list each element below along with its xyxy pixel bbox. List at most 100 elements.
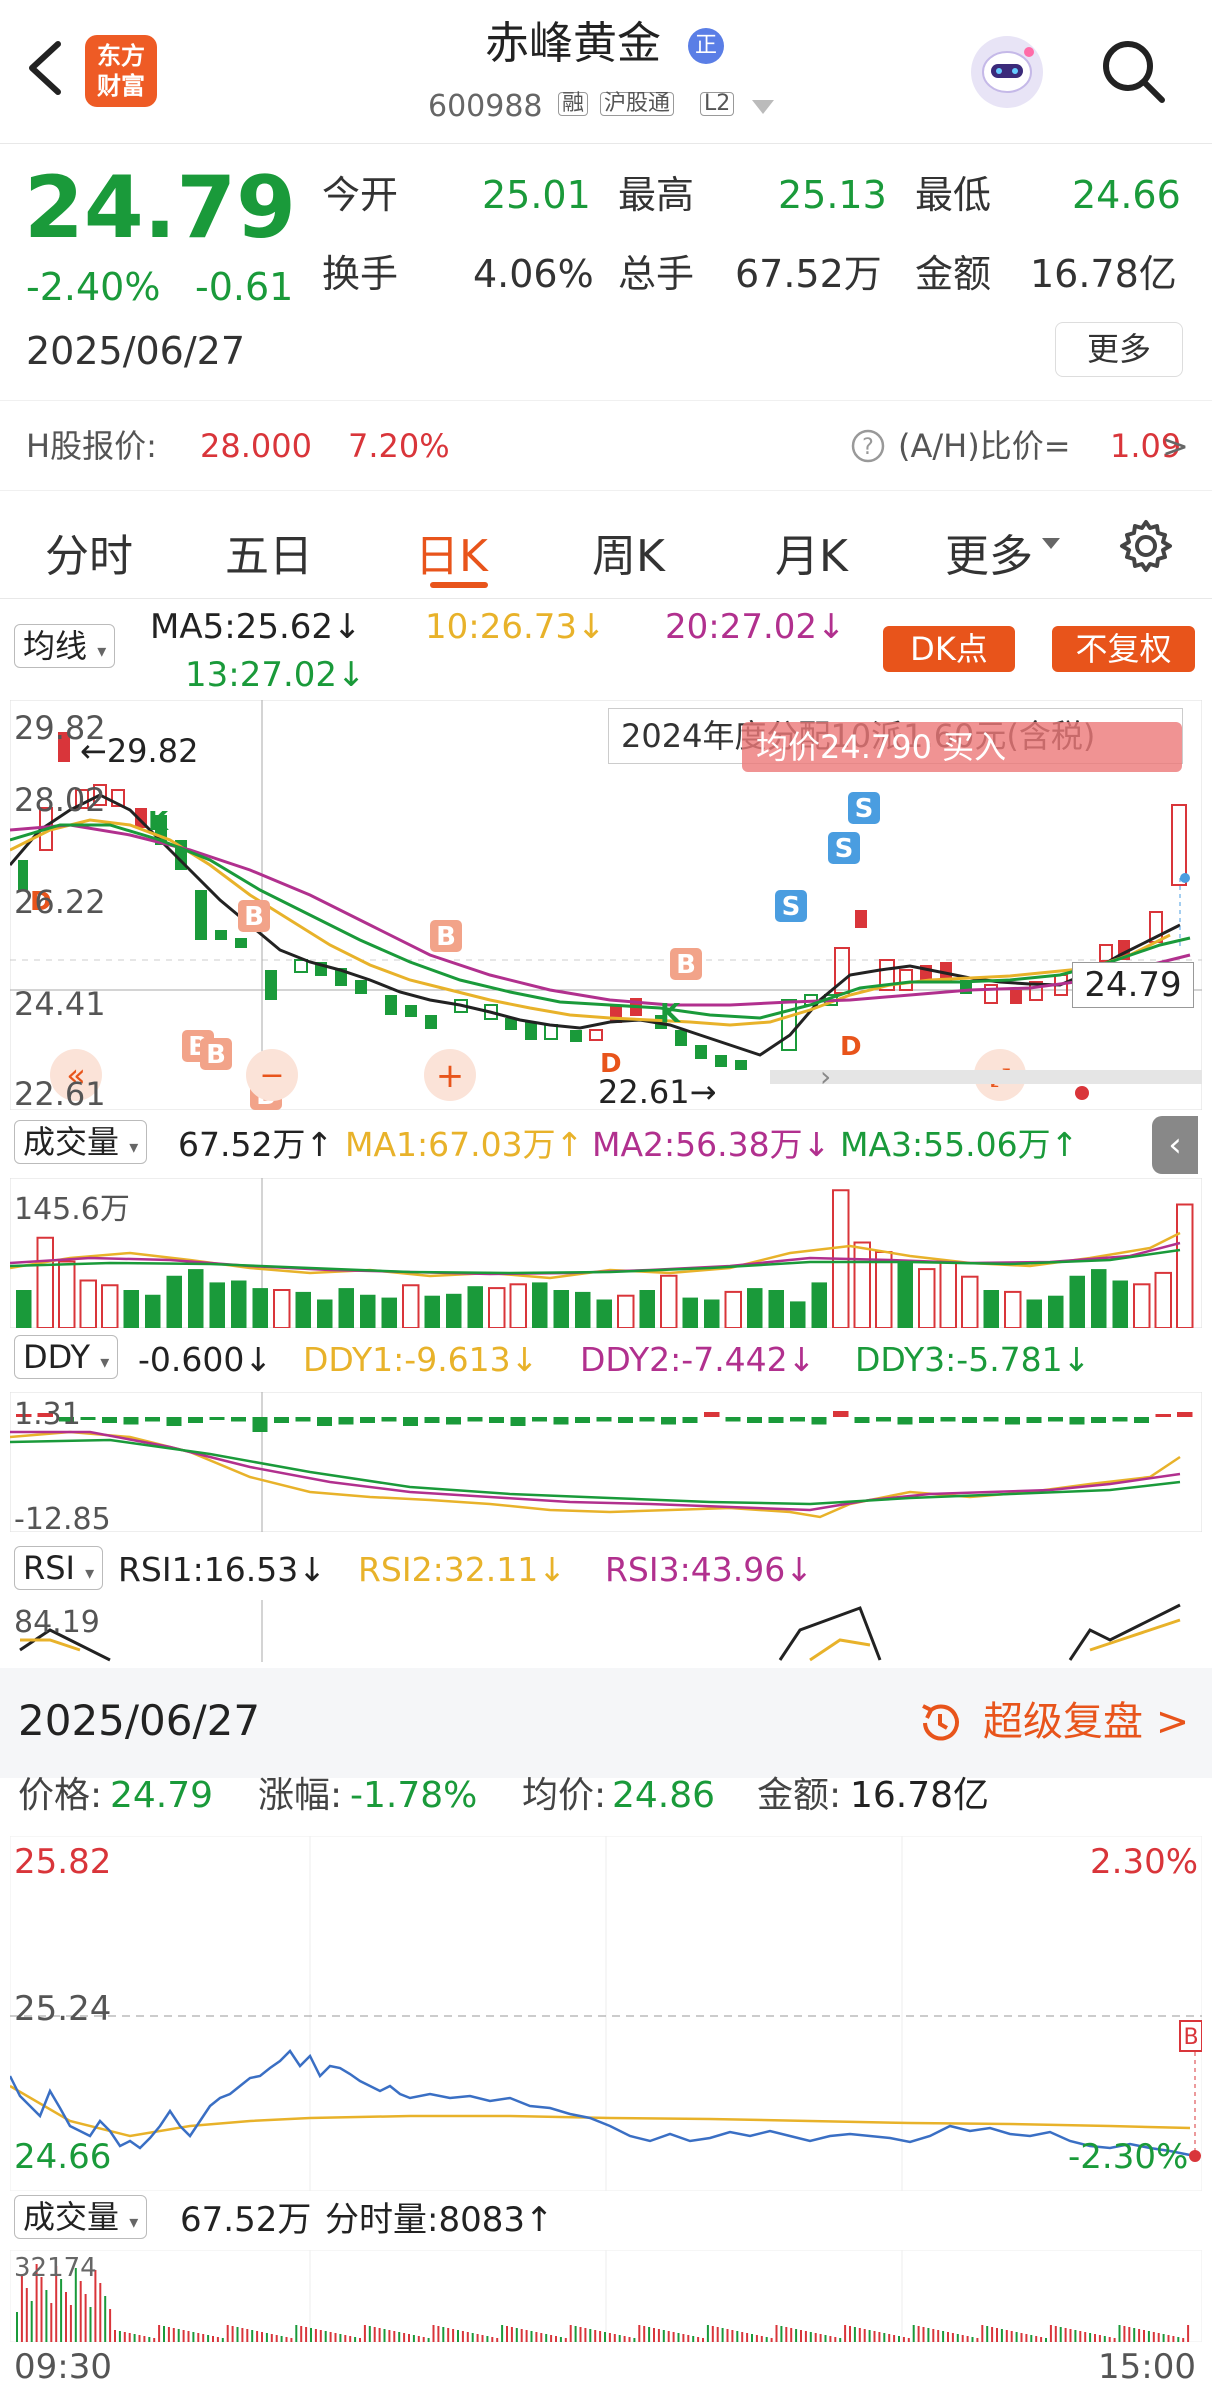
intraday-chg-label: 涨幅:: [258, 1775, 343, 1816]
quote-date: 2025/06/27: [26, 329, 246, 373]
intraday-avg: 24.86: [612, 1775, 716, 1816]
amount-value: 16.78亿: [1030, 252, 1177, 296]
svg-text:B: B: [206, 1040, 226, 1070]
intraday-date: 2025/06/27: [18, 1696, 261, 1745]
svg-text:+: +: [436, 1056, 465, 1096]
intraday-minute-volume: 分时量:8083↑: [325, 2200, 554, 2240]
rsi3-label: RSI3:43.96↓: [605, 1550, 813, 1589]
svg-text:D: D: [840, 1032, 862, 1062]
ah-ratio-label[interactable]: (A/H)比价=: [898, 430, 1071, 462]
replay-clock-icon[interactable]: [915, 1698, 965, 1748]
svg-text:S: S: [855, 794, 874, 824]
rsi-select[interactable]: RSI ▾: [14, 1546, 104, 1591]
svg-text:B: B: [676, 950, 696, 980]
svg-text:−: −: [259, 1058, 284, 1093]
rsi-chart: [10, 1600, 1202, 1662]
intraday-avg-label: 均价:: [522, 1775, 607, 1816]
svg-text:S: S: [835, 834, 854, 864]
ma13-label: 13:27.02↓: [185, 655, 366, 695]
app-logo: 东方 财富: [85, 35, 157, 107]
open-label: 今开: [322, 173, 399, 217]
low-marker: 22.61→: [598, 1073, 717, 1111]
change-pct: -2.40%: [26, 265, 161, 309]
ddy-value: -0.600↓: [138, 1340, 273, 1379]
search-icon[interactable]: [1100, 38, 1166, 104]
robot-avatar-icon[interactable]: [965, 30, 1049, 114]
kline-y-label-2: 26.22: [14, 883, 106, 921]
svg-text:?: ?: [862, 435, 874, 460]
amount-label: 金额: [915, 252, 992, 296]
stock-code: 600988: [428, 89, 543, 124]
tab-zhouk[interactable]: 周K: [592, 520, 665, 584]
intraday-y-top: 25.82: [14, 1842, 112, 1882]
tag-l2: L2: [700, 92, 735, 116]
settings-gear-icon[interactable]: [1118, 518, 1174, 574]
ma20-label: 20:27.02↓: [665, 607, 846, 647]
open-value: 25.01: [482, 173, 591, 217]
back-icon[interactable]: [22, 38, 66, 98]
avg-buy-banner[interactable]: 均价24.790 买入: [742, 722, 1182, 772]
rsi2-label: RSI2:32.11↓: [358, 1550, 566, 1589]
stock-name: 赤峰黄金: [485, 18, 661, 69]
tab-rik[interactable]: 日K: [415, 520, 488, 584]
hshare-price: 28.000: [200, 427, 312, 465]
ah-ratio-arrow[interactable]: >: [1162, 430, 1189, 462]
tab-yuek[interactable]: 月K: [775, 520, 848, 584]
hshare-label: H股报价:: [26, 427, 157, 465]
rsi-top-label: 84.19: [14, 1605, 100, 1640]
volume-label: 总手: [618, 252, 695, 296]
intraday-volume-select[interactable]: 成交量 ▾: [14, 2195, 148, 2240]
intraday-chart[interactable]: B: [10, 1836, 1202, 2191]
ma10-label: 10:26.73↓: [425, 607, 606, 647]
ddy-select[interactable]: DDY ▾: [14, 1335, 119, 1380]
high-value: 25.13: [778, 173, 887, 217]
dk-point-button[interactable]: DK点: [883, 626, 1015, 672]
volume-max-label: 145.6万: [14, 1192, 130, 1227]
intraday-price: 24.79: [110, 1775, 214, 1816]
ma-select[interactable]: 均线 ▾: [14, 624, 116, 669]
intraday-volume-max: 32174: [14, 2253, 97, 2283]
intraday-pct-top: 2.30%: [1090, 1842, 1199, 1882]
intraday-amount-label: 金额:: [757, 1775, 842, 1816]
svg-text:K: K: [660, 999, 681, 1029]
tab-wuri[interactable]: 五日: [225, 520, 313, 584]
tab-active-indicator: [430, 582, 488, 588]
volume-select[interactable]: 成交量 ▾: [14, 1120, 148, 1165]
ddy-chart: [10, 1392, 1202, 1532]
super-replay-link[interactable]: 超级复盘 >: [983, 1702, 1189, 1742]
kline-y-label-1: 28.02: [14, 781, 106, 819]
fuquan-button[interactable]: 不复权: [1052, 626, 1195, 672]
kline-y-label-4: 22.61: [14, 1075, 106, 1113]
kline-y-label-3: 24.41: [14, 985, 106, 1023]
ddy1-label: DDY1:-9.613↓: [303, 1340, 539, 1379]
help-icon[interactable]: ?: [850, 428, 886, 464]
ddy-top-label: 1.31: [14, 1397, 81, 1432]
ddy3-label: DDY3:-5.781↓: [855, 1340, 1091, 1379]
dropdown-icon[interactable]: [752, 100, 774, 116]
more-dropdown-icon[interactable]: [1042, 538, 1060, 550]
svg-text:K: K: [148, 807, 169, 837]
ddy2-label: DDY2:-7.442↓: [580, 1340, 816, 1379]
collapse-panel-button[interactable]: ‹: [1152, 1116, 1198, 1174]
intraday-y-mid: 25.24: [14, 1989, 112, 2029]
intraday-price-label: 价格:: [18, 1775, 103, 1816]
tag-hugutong: 沪股通: [600, 92, 675, 116]
volume-ma3: MA3:55.06万↑: [840, 1125, 1079, 1164]
last-price-tag: 24.79: [1072, 962, 1194, 1008]
tab-more[interactable]: 更多: [945, 520, 1033, 584]
ma5-label: MA5:25.62↓: [150, 607, 362, 647]
intraday-volume-value: 67.52万: [180, 2200, 312, 2240]
more-button[interactable]: 更多: [1055, 322, 1183, 377]
svg-text:B: B: [1183, 2025, 1198, 2050]
high-marker: ←29.82: [80, 732, 199, 770]
intraday-y-bottom: 24.66: [14, 2137, 112, 2177]
turnover-value: 4.06%: [473, 252, 594, 296]
volume-value: 67.52万: [735, 252, 882, 296]
rsi1-label: RSI1:16.53↓: [118, 1550, 326, 1589]
zheng-badge: 正: [688, 28, 724, 64]
change-value: -0.61: [195, 265, 294, 309]
high-label: 最高: [618, 173, 695, 217]
tab-fenshi[interactable]: 分时: [45, 520, 133, 584]
low-label: 最低: [915, 173, 992, 217]
last-price: 24.79: [24, 158, 297, 258]
